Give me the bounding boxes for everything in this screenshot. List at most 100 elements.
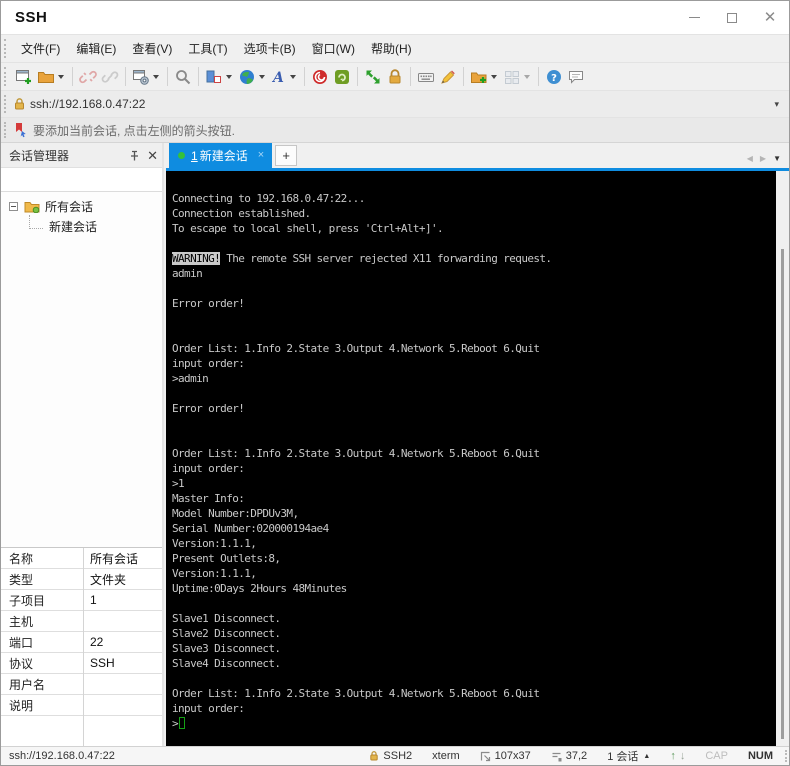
xagent-button[interactable]: [309, 66, 331, 88]
menu-item[interactable]: 窗口(W): [304, 36, 363, 61]
menubar-grip-handle[interactable]: [4, 39, 8, 58]
main-area: 会话管理器 ✕ 所有会话 新建会话 名称 所有会话 类型 文件夹 子项目 1 主…: [1, 142, 789, 748]
minimize-button[interactable]: [675, 1, 713, 34]
lock-icon: [389, 68, 401, 83]
session-search-input[interactable]: [1, 168, 168, 191]
new-session-button[interactable]: [13, 66, 35, 88]
tree-connector: [29, 215, 43, 229]
tree-collapse-icon[interactable]: [9, 201, 18, 211]
menu-item[interactable]: 编辑(E): [68, 36, 124, 61]
terminal-line: Model Number:DPDUv3M,: [172, 507, 299, 520]
tile-windows-dropdown-caret: [524, 74, 530, 79]
property-value: 22: [90, 635, 104, 649]
session-properties-dropdown-caret: [153, 74, 159, 79]
status-cursor-position[interactable]: 37,2: [541, 750, 597, 762]
menu-item[interactable]: 查看(V): [124, 36, 180, 61]
open-folder-icon: [38, 71, 54, 83]
terminal-cursor: [179, 717, 186, 729]
hintbar-grip-handle[interactable]: [4, 121, 8, 139]
property-row: 主机: [1, 611, 162, 632]
terminal-scrollbar-thumb[interactable]: [781, 249, 784, 739]
tree-item-label: 所有会话: [45, 199, 94, 214]
terminal-line: Order List: 1.Info 2.State 3.Output 4.Ne…: [172, 342, 540, 355]
help-button[interactable]: ?: [543, 66, 565, 88]
address-bar[interactable]: ssh://192.168.0.47:22 ▾: [1, 90, 789, 117]
highlighter-button[interactable]: [437, 66, 459, 88]
toolbar-grip-handle[interactable]: [4, 67, 8, 86]
terminal-line: input order:: [172, 357, 245, 370]
terminal-line: Slave4 Disconnect.: [172, 657, 281, 670]
pin-icon[interactable]: [128, 149, 141, 162]
terminal-line: Connecting to 192.168.0.47:22...: [172, 192, 365, 205]
xftp-icon: [335, 69, 349, 84]
session-properties-button[interactable]: [130, 66, 163, 88]
menu-item[interactable]: 工具(T): [180, 36, 235, 61]
property-label: 子项目: [9, 593, 46, 608]
addressbar-grip-handle[interactable]: [4, 94, 8, 114]
xagent-swirl-icon: [313, 69, 327, 84]
menu-item[interactable]: 文件(F): [13, 36, 68, 61]
status-terminal-type[interactable]: xterm: [422, 750, 470, 762]
new-file-transfer-button[interactable]: [468, 66, 501, 88]
font-button[interactable]: A: [269, 66, 300, 88]
property-value: SSH: [90, 656, 115, 670]
resize-grip[interactable]: [779, 750, 787, 762]
fullscreen-button[interactable]: [362, 66, 384, 88]
properties-grid: 名称 所有会话 类型 文件夹 子项目 1 主机 端口 22 协议 SSH 用户名 说明: [1, 547, 162, 748]
layout-icon: [206, 70, 221, 83]
toolbar-separator: [72, 67, 73, 86]
svg-text:A: A: [271, 70, 284, 86]
xftp-button[interactable]: [331, 66, 353, 88]
tab-list-dropdown-icon[interactable]: ▼: [773, 154, 781, 163]
web-browser-button[interactable]: [236, 66, 269, 88]
terminal-line: Uptime:0Days 2Hours 48Minutes: [172, 582, 347, 595]
session-tree: 所有会话 新建会话: [1, 192, 162, 547]
panel-close-icon[interactable]: ✕: [147, 149, 158, 162]
disconnect-button[interactable]: [77, 66, 99, 88]
terminal-line: >1: [172, 477, 185, 490]
virtual-keyboard-button[interactable]: [415, 66, 437, 88]
tree-item-new-session[interactable]: 新建会话: [1, 215, 162, 236]
reconnect-button[interactable]: [99, 66, 121, 88]
new-tab-button[interactable]: +: [275, 145, 298, 166]
tab-scroll-left-icon[interactable]: ◀: [747, 154, 753, 163]
maximize-button[interactable]: [713, 1, 751, 34]
close-button[interactable]: ✕: [751, 1, 789, 34]
find-button[interactable]: [172, 66, 194, 88]
session-search-box[interactable]: [1, 168, 168, 192]
screen-size-icon: [480, 751, 490, 761]
tile-windows-button[interactable]: [501, 66, 534, 88]
status-screen-size[interactable]: 107x37: [470, 750, 541, 762]
globe-icon: [240, 69, 254, 84]
open-session-button[interactable]: [35, 66, 68, 88]
tab-scroll-right-icon[interactable]: ▶: [760, 154, 766, 163]
menu-item[interactable]: 帮助(H): [363, 36, 420, 61]
disconnect-icon: [79, 70, 97, 83]
tab-new-session[interactable]: 1 新建会话 ×: [169, 143, 273, 168]
sessions-folder-icon: [24, 202, 40, 213]
property-label: 端口: [9, 635, 34, 650]
terminal-scrollbar[interactable]: [776, 171, 789, 748]
tree-item-all-sessions[interactable]: 所有会话: [1, 196, 162, 216]
tab-close-icon[interactable]: ×: [258, 150, 264, 161]
terminal-line: Order List: 1.Info 2.State 3.Output 4.Ne…: [172, 447, 540, 460]
property-label: 用户名: [9, 677, 46, 692]
address-dropdown-caret[interactable]: ▾: [774, 99, 779, 110]
status-session-selector[interactable]: 1 会话 ▲: [597, 748, 660, 764]
toolbar-separator: [198, 67, 199, 86]
address-url[interactable]: ssh://192.168.0.47:22: [30, 97, 145, 111]
feedback-button[interactable]: [565, 66, 587, 88]
terminal-output[interactable]: Connecting to 192.168.0.47:22... Connecti…: [166, 171, 789, 748]
layout-dropdown-caret: [226, 74, 232, 79]
reconnect-icon: [101, 70, 119, 83]
session-manager-title: 会话管理器: [9, 148, 70, 163]
add-session-flag-icon[interactable]: [13, 122, 28, 138]
property-row: 子项目 1: [1, 590, 162, 611]
terminal-line: Version:1.1.1,: [172, 537, 257, 550]
layout-button[interactable]: [203, 66, 236, 88]
lock-screen-button[interactable]: [384, 66, 406, 88]
status-encryption[interactable]: SSH2: [359, 750, 422, 762]
menu-item[interactable]: 选项卡(B): [236, 36, 304, 61]
